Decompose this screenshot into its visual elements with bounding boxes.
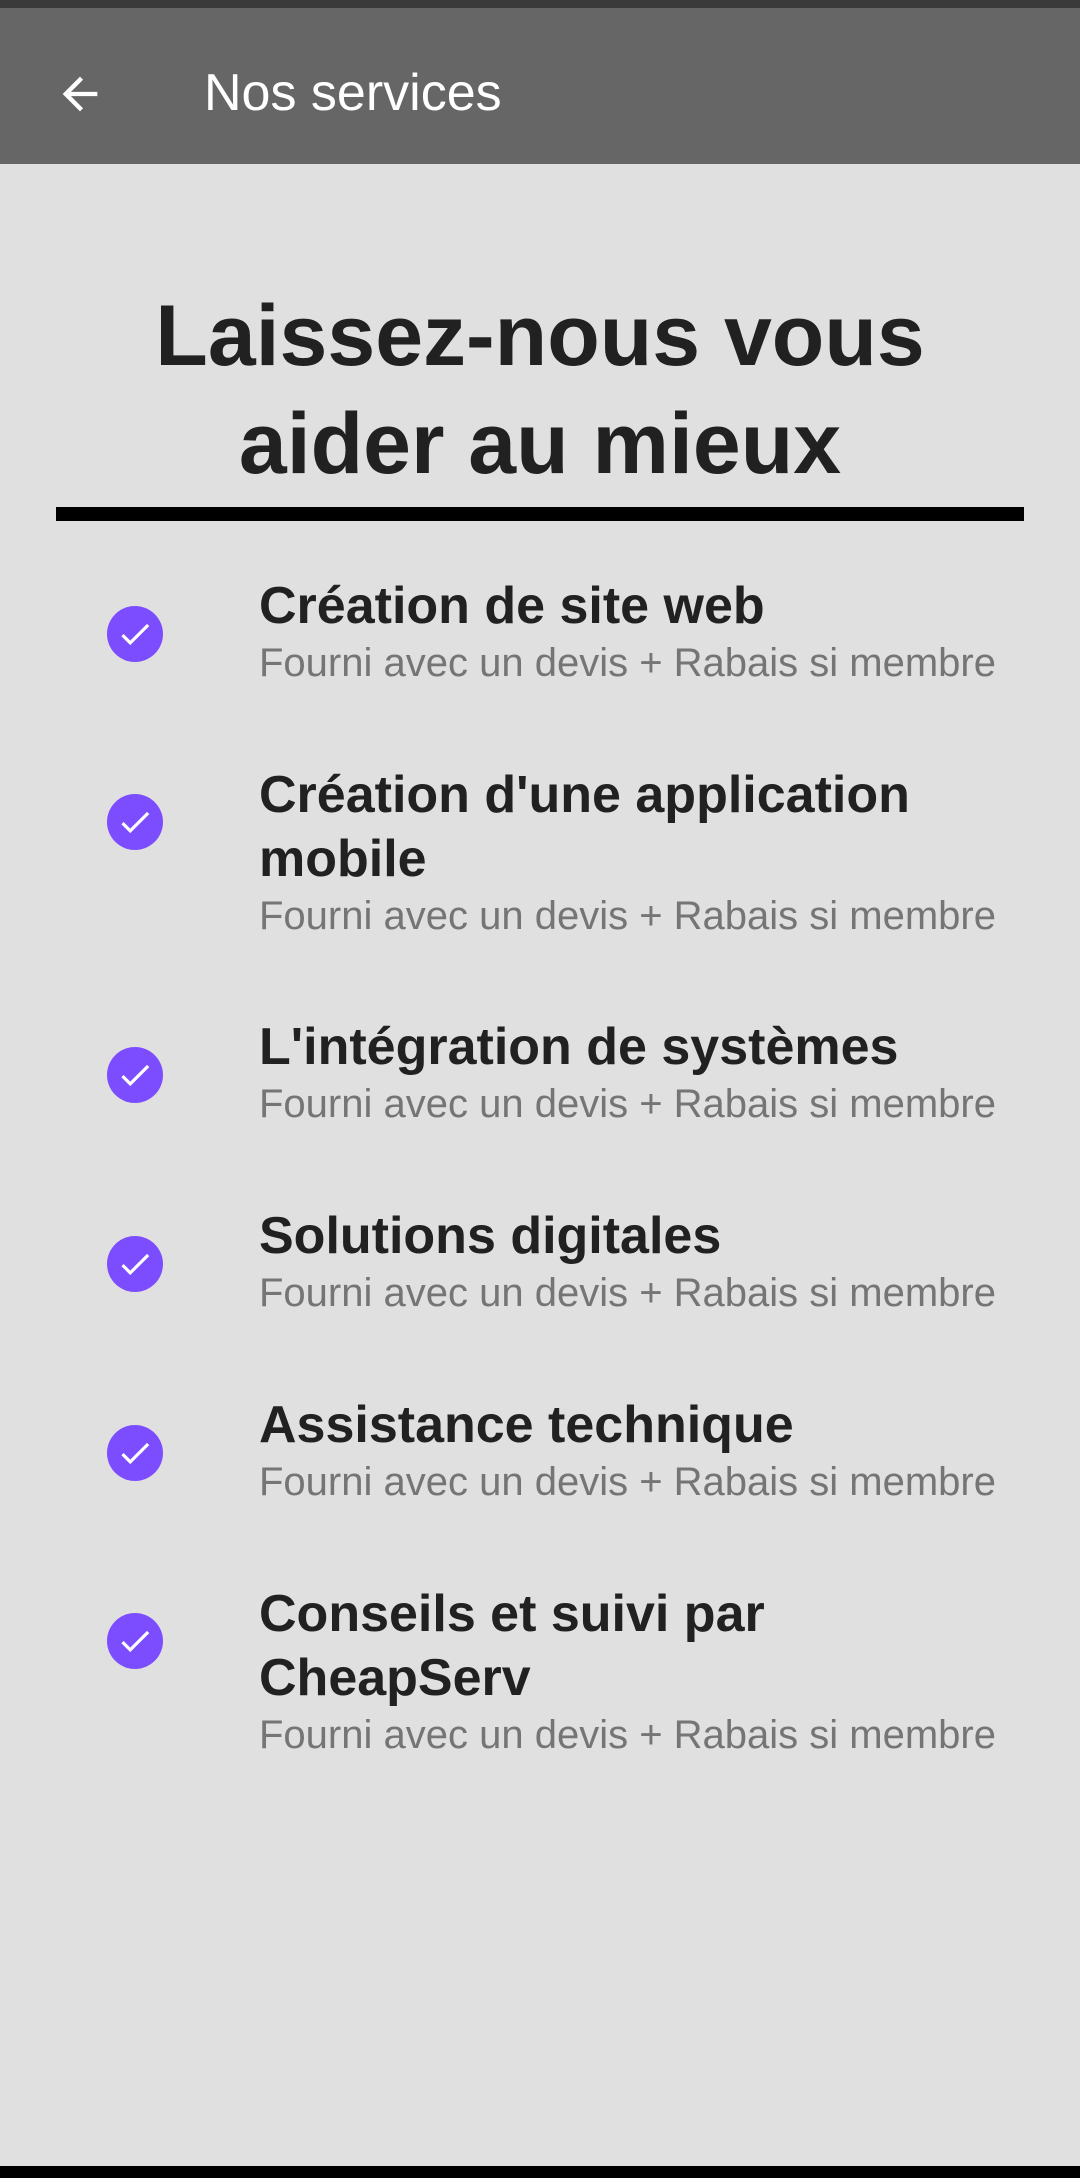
service-description: Fourni avec un devis + Rabais si membre	[259, 1082, 996, 1126]
check-circle-icon	[107, 1047, 163, 1103]
services-content: Laissez-nous vous aider au mieux Créatio…	[0, 164, 1080, 2164]
service-item-systems-integration: L'intégration de systèmes Fourni avec un…	[0, 1015, 1080, 1204]
divider	[56, 507, 1024, 521]
service-title: Création de site web	[259, 577, 765, 635]
service-title: Assistance technique	[259, 1396, 794, 1454]
navigation-bar	[0, 2166, 1080, 2178]
service-description: Fourni avec un devis + Rabais si membre	[259, 1460, 996, 1504]
service-title: Création d'une application mobile	[259, 766, 910, 888]
service-description: Fourni avec un devis + Rabais si membre	[259, 1713, 996, 1757]
check-circle-icon	[107, 1613, 163, 1669]
service-list: Création de site web Fourni avec un devi…	[0, 574, 1080, 1834]
check-circle-icon	[107, 1236, 163, 1292]
check-circle-icon	[107, 606, 163, 662]
service-description: Fourni avec un devis + Rabais si membre	[259, 894, 996, 938]
service-item-consulting: Conseils et suivi par CheapServ Fourni a…	[0, 1582, 1080, 1834]
service-item-website: Création de site web Fourni avec un devi…	[0, 574, 1080, 763]
service-title: Solutions digitales	[259, 1207, 722, 1265]
arrow-left-icon	[62, 76, 98, 112]
page-title: Nos services	[204, 64, 502, 122]
app-bar: Nos services	[0, 8, 1080, 164]
service-item-digital-solutions: Solutions digitales Fourni avec un devis…	[0, 1204, 1080, 1393]
back-button[interactable]	[40, 54, 120, 134]
service-description: Fourni avec un devis + Rabais si membre	[259, 1271, 996, 1315]
check-circle-icon	[107, 1425, 163, 1481]
service-description: Fourni avec un devis + Rabais si membre	[259, 641, 996, 685]
service-item-mobile-app: Création d'une application mobile Fourni…	[0, 763, 1080, 1015]
service-title: L'intégration de systèmes	[259, 1018, 899, 1076]
headline: Laissez-nous vous aider au mieux	[155, 288, 925, 492]
check-circle-icon	[107, 794, 163, 850]
service-title: Conseils et suivi par CheapServ	[259, 1585, 765, 1707]
service-item-tech-support: Assistance technique Fourni avec un devi…	[0, 1393, 1080, 1582]
status-bar	[0, 0, 1080, 8]
